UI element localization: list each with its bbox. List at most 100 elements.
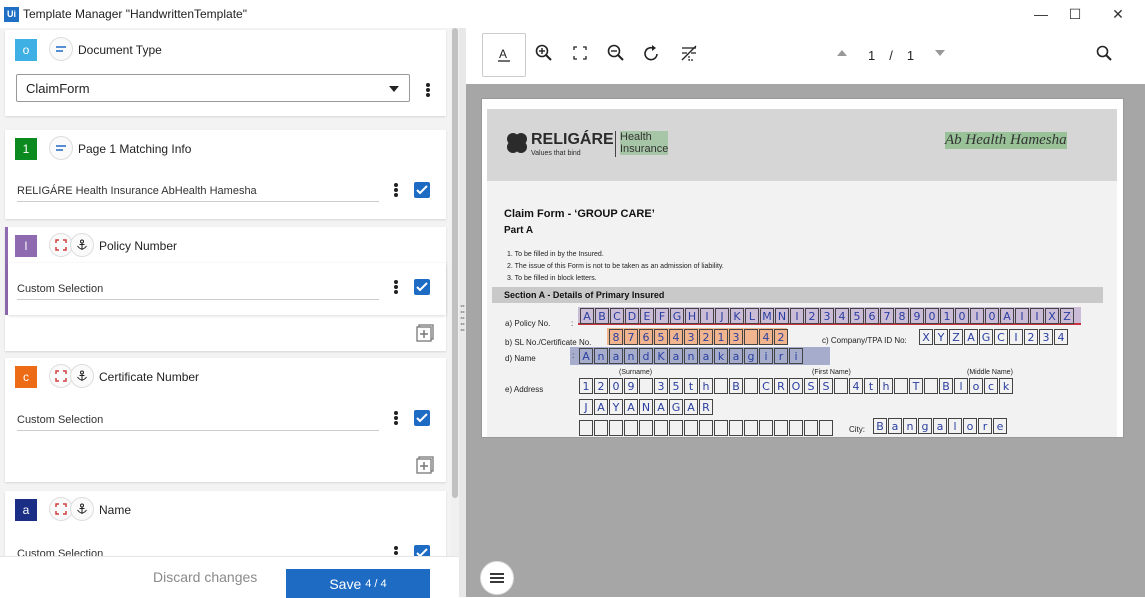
rotate-icon[interactable] — [639, 40, 665, 66]
form-char-box: d — [639, 348, 653, 364]
name-label: d) Name — [505, 354, 536, 363]
checkbox-checked-icon[interactable] — [414, 410, 430, 426]
form-char-box: r — [774, 348, 788, 364]
form-char-box: 1 — [714, 329, 728, 345]
certificate-number-badge: c — [15, 366, 37, 388]
form-char-box: 3 — [654, 378, 668, 394]
kebab-menu-icon[interactable] — [392, 180, 400, 200]
title-bar: Ui Template Manager "HandwrittenTemplate… — [0, 0, 1145, 28]
zoom-out-icon[interactable] — [603, 40, 629, 66]
discard-changes-button[interactable]: Discard changes — [153, 569, 257, 585]
form-char-box — [789, 420, 803, 436]
checkbox-checked-icon[interactable] — [414, 182, 430, 198]
section-a-title: Section A - Details of Primary Insured — [504, 290, 665, 300]
form-char-box: o — [963, 418, 977, 434]
anchor-icon[interactable] — [70, 497, 94, 521]
form-char-box: 4 — [835, 308, 849, 324]
form-char-box: 2 — [1024, 329, 1038, 345]
save-button[interactable]: Save 4 / 4 — [286, 569, 430, 598]
form-char-box — [579, 420, 593, 436]
anchor-icon[interactable] — [70, 233, 94, 257]
form-char-box: 0 — [609, 378, 623, 394]
document-type-select[interactable]: ClaimForm — [16, 74, 410, 102]
zoom-in-icon[interactable] — [531, 40, 557, 66]
field-type-text-icon[interactable] — [49, 37, 73, 61]
add-field-icon[interactable] — [416, 456, 434, 474]
page-matching-badge: 1 — [15, 138, 37, 160]
form-char-box — [744, 378, 758, 394]
kebab-menu-icon[interactable] — [392, 408, 400, 428]
form-part: Part A — [504, 225, 534, 236]
form-char-box: 0 — [925, 308, 939, 324]
text-selection-tool-icon[interactable]: A — [482, 33, 526, 77]
colon: : — [572, 351, 575, 360]
form-char-box: X — [919, 329, 933, 345]
anchor-icon[interactable] — [70, 364, 94, 388]
form-char-box: e — [993, 418, 1007, 434]
scrollbar-thumb[interactable] — [452, 28, 458, 498]
add-field-icon[interactable] — [416, 324, 434, 342]
middle-name-label: (Middle Name) — [967, 369, 1013, 376]
page-total: 1 — [906, 48, 915, 63]
scrollbar[interactable] — [451, 28, 459, 597]
form-char-box: 4 — [849, 378, 863, 394]
surname-label: (Surname) — [619, 369, 653, 376]
form-char-box — [639, 378, 653, 394]
form-char-box — [669, 420, 683, 436]
form-char-box: 3 — [820, 308, 834, 324]
checkbox-checked-icon[interactable] — [414, 279, 430, 295]
form-char-box — [609, 420, 623, 436]
form-char-box: Z — [949, 329, 963, 345]
city-label: City: — [849, 425, 865, 434]
next-page-icon[interactable] — [927, 40, 953, 66]
document-type-card: o Document Type ClaimForm — [5, 30, 446, 116]
form-char-box: A — [654, 399, 668, 415]
name-badge: a — [15, 499, 37, 521]
form-char-box: M — [760, 308, 774, 324]
field-type-text-icon[interactable] — [49, 136, 73, 160]
brand-name: RELIGÁRE — [531, 131, 614, 148]
document-type-badge: o — [15, 39, 37, 61]
form-char-box: C — [610, 308, 624, 324]
form-char-box: D — [625, 308, 639, 324]
form-char-box: 5 — [669, 378, 683, 394]
form-char-box: K — [730, 308, 744, 324]
form-char-box: 4 — [1054, 329, 1068, 345]
viewer-toolbar: A 1 / 1 — [466, 28, 1145, 84]
form-char-box — [714, 420, 728, 436]
page-matching-value: RELIGÁRE Health Insurance AbHealth Hames… — [17, 185, 257, 197]
kebab-menu-icon[interactable] — [424, 80, 432, 100]
document-page[interactable]: RELIGÁRE Values that bind Health Insuran… — [481, 98, 1124, 438]
form-char-box: 8 — [609, 329, 623, 345]
toggle-selection-icon[interactable] — [676, 40, 702, 66]
menu-icon[interactable] — [480, 561, 514, 595]
document-type-label: Document Type — [78, 43, 162, 57]
maximize-button[interactable]: ☐ — [1060, 4, 1090, 24]
form-char-box: 5 — [654, 329, 668, 345]
form-char-box: I — [1015, 308, 1029, 324]
form-char-box: A — [579, 348, 593, 364]
form-char-box — [639, 420, 653, 436]
policy-number-title: Policy Number — [99, 239, 178, 253]
form-char-box: N — [775, 308, 789, 324]
form-char-box: 1 — [940, 308, 954, 324]
close-button[interactable]: ✕ — [1103, 4, 1133, 24]
form-char-box: I — [790, 308, 804, 324]
form-char-box: k — [999, 378, 1013, 394]
minimize-button[interactable]: — — [1026, 4, 1056, 24]
fit-page-icon[interactable] — [567, 40, 593, 66]
field-card-policy-number: l Policy Number Custom Selection — [5, 227, 446, 351]
kebab-menu-icon[interactable] — [392, 277, 400, 297]
previous-page-icon[interactable] — [829, 40, 855, 66]
panel-splitter[interactable] — [459, 28, 466, 597]
form-char-box: I — [1030, 308, 1044, 324]
form-char-box: l — [948, 418, 962, 434]
form-char-box: 7 — [624, 329, 638, 345]
form-char-box: 2 — [774, 329, 788, 345]
document-viewer: A 1 / 1 RELIGÁRE Values that bind Health… — [466, 28, 1145, 597]
city-value-boxes: Bangalore — [873, 418, 1008, 434]
form-char-box: h — [879, 378, 893, 394]
form-char-box: 2 — [699, 329, 713, 345]
form-char-box: 4 — [759, 329, 773, 345]
search-icon[interactable] — [1091, 40, 1117, 66]
